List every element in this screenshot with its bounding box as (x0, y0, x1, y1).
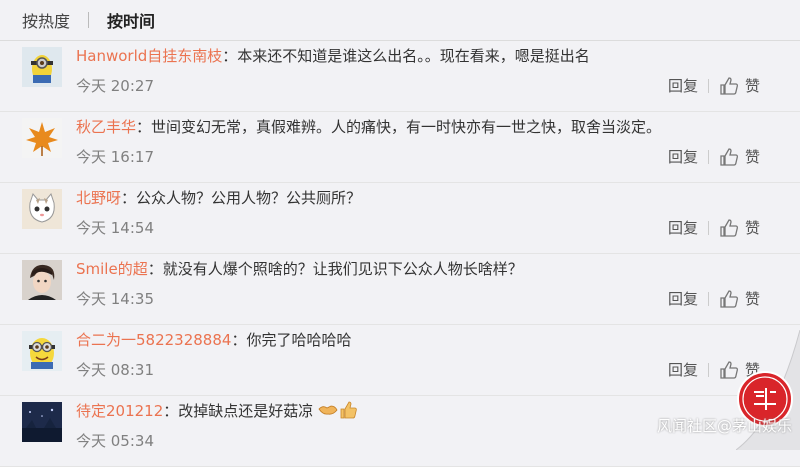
comment-text: 你完了哈哈哈哈 (246, 331, 352, 349)
thumbs-up-icon[interactable] (719, 218, 739, 237)
reply-button[interactable]: 回复 (668, 146, 698, 167)
comment-time: 今天 08:31 (76, 361, 154, 379)
like-button[interactable]: 赞 (745, 288, 760, 309)
action-divider (708, 149, 710, 164)
thumbs-up-emoji-icon (340, 401, 357, 419)
night-scene-avatar[interactable] (22, 402, 62, 442)
comment-time: 今天 20:27 (76, 77, 154, 95)
comment-item: Smile的超：就没有人爆个照啥的？让我们见识下公众人物长啥样？ 今天 14:3… (0, 254, 800, 325)
comment-line: Smile的超：就没有人爆个照啥的？让我们见识下公众人物长啥样？ (76, 258, 523, 279)
comment-separator: ： (147, 260, 163, 278)
comment-time: 今天 14:35 (76, 290, 154, 308)
comment-text: 改掉缺点还是好菇凉 (178, 402, 314, 420)
action-divider (708, 78, 710, 93)
comment-line: Hanworld自挂东南枝：本来还不知道是谁这么出名。。现在看来，嗯是挺出名 (76, 45, 590, 66)
comment-username[interactable]: 北野呀 (76, 189, 121, 207)
comment-line: 待定201212：改掉缺点还是好菇凉 (76, 400, 358, 421)
person-avatar[interactable] (22, 260, 62, 300)
reply-button[interactable]: 回复 (668, 288, 698, 309)
comment-username[interactable]: 合二为一5822328884 (76, 331, 231, 349)
comment-time: 今天 16:17 (76, 148, 154, 166)
reply-button[interactable]: 回复 (668, 75, 698, 96)
like-button[interactable]: 赞 (745, 75, 760, 96)
handshake-emoji-icon (318, 405, 338, 415)
tab-by-popularity[interactable]: 按热度 (22, 8, 70, 32)
comment-username[interactable]: Smile的超 (76, 260, 148, 278)
minion-avatar[interactable] (22, 47, 62, 87)
sort-tabs: 按热度 按时间 (0, 0, 800, 41)
comment-separator: ： (222, 47, 238, 65)
thumbs-up-icon[interactable] (719, 76, 739, 95)
comment-list: Hanworld自挂东南枝：本来还不知道是谁这么出名。。现在看来，嗯是挺出名 今… (0, 41, 800, 467)
comment-text: 就没有人爆个照啥的？让我们见识下公众人物长啥样？ (162, 260, 523, 278)
cat-avatar[interactable] (22, 189, 62, 229)
comment-actions: 回复 赞 (668, 75, 760, 96)
like-button[interactable]: 赞 (745, 146, 760, 167)
thumbs-up-icon[interactable] (719, 147, 739, 166)
comment-username[interactable]: Hanworld自挂东南枝 (76, 47, 222, 65)
comment-item: Hanworld自挂东南枝：本来还不知道是谁这么出名。。现在看来，嗯是挺出名 今… (0, 41, 800, 112)
comment-item: 合二为一5822328884：你完了哈哈哈哈 今天 08:31 回复 赞 (0, 325, 800, 396)
comment-actions: 回复 赞 (668, 146, 760, 167)
comment-line: 合二为一5822328884：你完了哈哈哈哈 (76, 329, 351, 350)
comment-line: 秋乙丰华：世间变幻无常，真假难辨。人的痛快，有一时快亦有一世之快，取舍当淡定。 (76, 116, 661, 137)
comment-text: 世间变幻无常，真假难辨。人的痛快，有一时快亦有一世之快，取舍当淡定。 (151, 118, 662, 136)
reply-button[interactable]: 回复 (668, 359, 698, 380)
comment-username[interactable]: 秋乙丰华 (76, 118, 136, 136)
comment-separator: ： (121, 189, 137, 207)
comment-username[interactable]: 待定201212 (76, 402, 163, 420)
comment-time: 今天 05:34 (76, 432, 154, 450)
comment-text: 公众人物？公用人物？公共厕所？ (136, 189, 362, 207)
comment-separator: ： (136, 118, 152, 136)
action-divider (708, 220, 710, 235)
reply-button[interactable]: 回复 (668, 217, 698, 238)
comment-item: 北野呀：公众人物？公用人物？公共厕所？ 今天 14:54 回复 赞 (0, 183, 800, 254)
action-divider (708, 362, 710, 377)
tab-by-time[interactable]: 按时间 (107, 8, 155, 32)
comment-actions: 回复 赞 (668, 217, 760, 238)
comment-line: 北野呀：公众人物？公用人物？公共厕所？ (76, 187, 361, 208)
action-divider (708, 291, 710, 306)
comment-separator: ： (163, 402, 179, 420)
watermark-text: 风闻社区@茅山娱乐 (656, 417, 792, 435)
comment-separator: ： (231, 331, 247, 349)
maple-leaf-avatar[interactable] (22, 118, 62, 158)
like-button[interactable]: 赞 (745, 217, 760, 238)
minion-avatar[interactable] (22, 331, 62, 371)
thumbs-up-icon[interactable] (719, 289, 739, 308)
comment-item: 秋乙丰华：世间变幻无常，真假难辨。人的痛快，有一时快亦有一世之快，取舍当淡定。 … (0, 112, 800, 183)
comment-text: 本来还不知道是谁这么出名。。现在看来，嗯是挺出名 (237, 47, 590, 65)
comment-time: 今天 14:54 (76, 219, 154, 237)
comment-actions: 回复 赞 (668, 288, 760, 309)
tab-divider (88, 12, 90, 28)
